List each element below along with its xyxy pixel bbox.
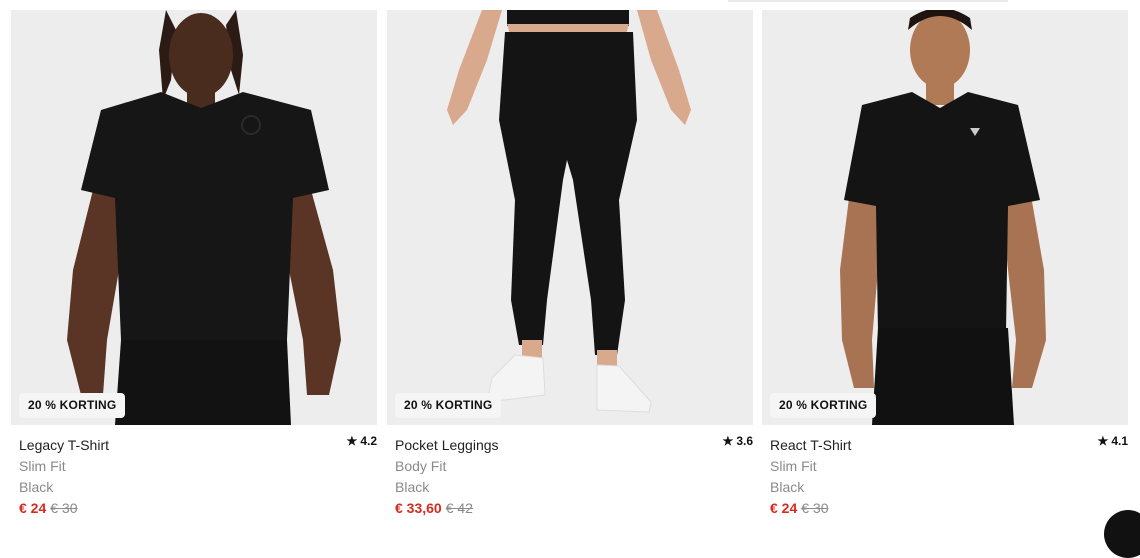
product-image[interactable]: 20 % KORTING (762, 10, 1128, 425)
product-info: Legacy T-Shirt Slim Fit Black € 24 € 30 (19, 436, 377, 517)
product-card-pocket-leggings[interactable]: 20 % KORTING ★ 3.6 Pocket Leggings Body F… (387, 10, 753, 521)
product-image[interactable]: 20 % KORTING (11, 10, 377, 425)
product-card-legacy-tshirt[interactable]: 20 % KORTING ★ 4.2 Legacy T-Shirt Slim Fi… (11, 10, 377, 521)
product-info: React T-Shirt Slim Fit Black € 24 € 30 (770, 436, 1128, 517)
discount-badge: 20 % KORTING (19, 393, 126, 418)
product-grid: 20 % KORTING ★ 4.2 Legacy T-Shirt Slim Fi… (0, 10, 1140, 521)
original-price: € 30 (50, 500, 78, 516)
sale-price: € 24 (19, 500, 47, 516)
product-fit: Slim Fit (19, 458, 66, 474)
discount-badge: 20 % KORTING (770, 393, 877, 418)
product-color: Black (770, 479, 805, 495)
product-color: Black (19, 479, 54, 495)
sale-price: € 24 (770, 500, 798, 516)
original-price: € 30 (801, 500, 829, 516)
product-title[interactable]: React T-Shirt (770, 436, 1128, 454)
price-row: € 24 € 30 (770, 499, 1128, 517)
product-image[interactable]: 20 % KORTING (387, 10, 753, 425)
price-row: € 33,60 € 42 (395, 499, 753, 517)
product-title[interactable]: Legacy T-Shirt (19, 436, 377, 454)
product-fit: Slim Fit (770, 458, 817, 474)
product-card-react-tshirt[interactable]: 20 % KORTING ★ 4.1 React T-Shirt Slim Fit… (762, 10, 1128, 521)
product-color: Black (395, 479, 430, 495)
model-tshirt-photo-icon (11, 10, 377, 425)
top-divider (728, 0, 1008, 2)
product-title[interactable]: Pocket Leggings (395, 436, 753, 454)
product-fit: Body Fit (395, 458, 447, 474)
product-info: Pocket Leggings Body Fit Black € 33,60 € … (395, 436, 753, 517)
original-price: € 42 (445, 500, 473, 516)
model-leggings-photo-icon (387, 10, 753, 425)
model-tshirt-photo-icon (762, 10, 1128, 425)
chat-button[interactable] (1104, 510, 1140, 558)
sale-price: € 33,60 (395, 500, 442, 516)
price-row: € 24 € 30 (19, 499, 377, 517)
top-strip (0, 0, 1140, 10)
discount-badge: 20 % KORTING (395, 393, 502, 418)
